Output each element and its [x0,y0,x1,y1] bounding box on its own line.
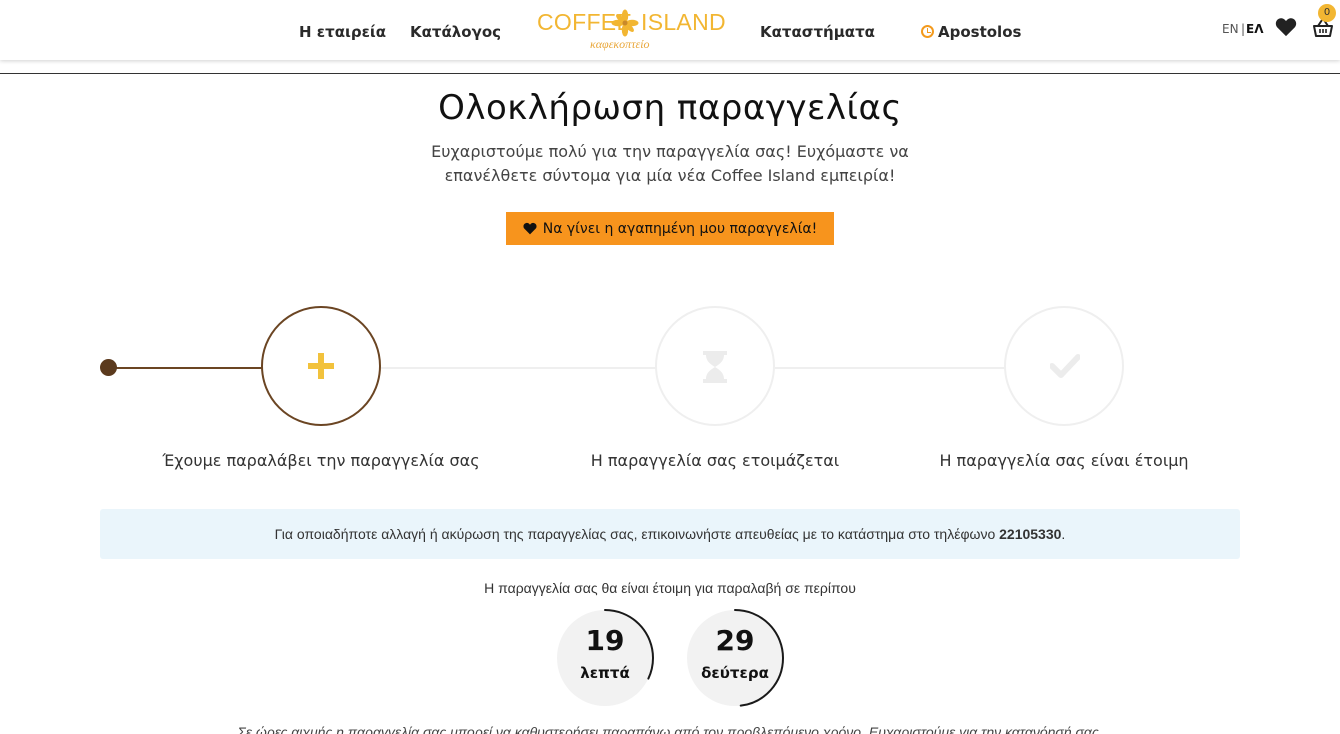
lang-en-link[interactable]: EN [1222,22,1239,36]
check-icon [1050,354,1080,378]
cart-count-badge: 0 [1318,4,1336,22]
flower-icon [611,9,639,37]
step-preparing-label: Η παραγγελία σας ετοιμάζεται [590,451,840,470]
notice-text: Για οποιαδήποτε αλλαγή ή ακύρωση της παρ… [274,526,996,542]
nav-user-link[interactable]: Apostolos [921,23,1021,41]
clock-icon [921,25,934,38]
minutes-countdown: 19 λεπτά [555,608,655,708]
peak-hours-note: Σε ώρες αιχμής η παραγγελία σας μπορεί ν… [237,724,1103,734]
user-name: Apostolos [938,23,1022,41]
ready-estimate-text: Η παραγγελία σας θα είναι έτοιμη για παρ… [484,580,856,596]
progress-line-complete [108,367,263,369]
seconds-unit: δεύτερα [701,664,769,682]
minutes-unit: λεπτά [580,664,630,682]
lang-separator: | [1241,22,1246,36]
make-favorite-order-button[interactable]: Να γίνει η αγαπημένη μου παραγγελία! [506,212,834,245]
favorite-button-label: Να γίνει η αγαπημένη μου παραγγελία! [542,220,818,237]
header-divider [0,73,1340,74]
site-header: Η εταιρεία Κατάλογος COFFEE ISLAND καφεκ… [0,0,1340,60]
hourglass-icon [703,351,727,383]
logo-subtitle: καφεκοπτείο [590,37,650,51]
page-title: Ολοκλήρωση παραγγελίας [438,88,902,128]
nav-stores-link[interactable]: Καταστήματα [760,23,875,41]
step-preparing [655,306,775,426]
notice-period: . [1061,526,1066,542]
favorites-heart-icon[interactable] [1275,17,1297,39]
store-phone-number: 22105330 [999,526,1062,542]
seconds-countdown: 29 δεύτερα [685,608,785,708]
seconds-value: 29 [715,624,755,657]
minutes-value: 19 [585,624,625,657]
progress-line-pending-1 [381,367,656,369]
thank-you-message: Ευχαριστούμε πολύ για την παραγγελία σας… [431,142,909,185]
progress-line-pending-2 [775,367,1005,369]
step-received-label: Έχουμε παραλάβει την παραγγελία σας [162,451,480,470]
nav-company-link[interactable]: Η εταιρεία [299,23,386,41]
step-received [261,306,381,426]
step-ready [1004,306,1124,426]
seconds-ring [686,609,784,707]
nav-catalog-link[interactable]: Κατάλογος [410,23,501,41]
logo-word-right: ISLAND [641,9,726,35]
coffee-island-logo[interactable]: COFFEE ISLAND καφεκοπτείο [537,9,726,53]
lang-el-link[interactable]: ΕΛ [1246,22,1263,36]
heart-icon [523,222,537,235]
progress-start-dot [100,359,117,376]
plus-icon [308,353,334,379]
minutes-ring [556,609,654,707]
contact-store-notice: Για οποιαδήποτε αλλαγή ή ακύρωση της παρ… [100,509,1240,559]
step-ready-label: Η παραγγελία σας είναι έτοιμη [939,451,1189,470]
